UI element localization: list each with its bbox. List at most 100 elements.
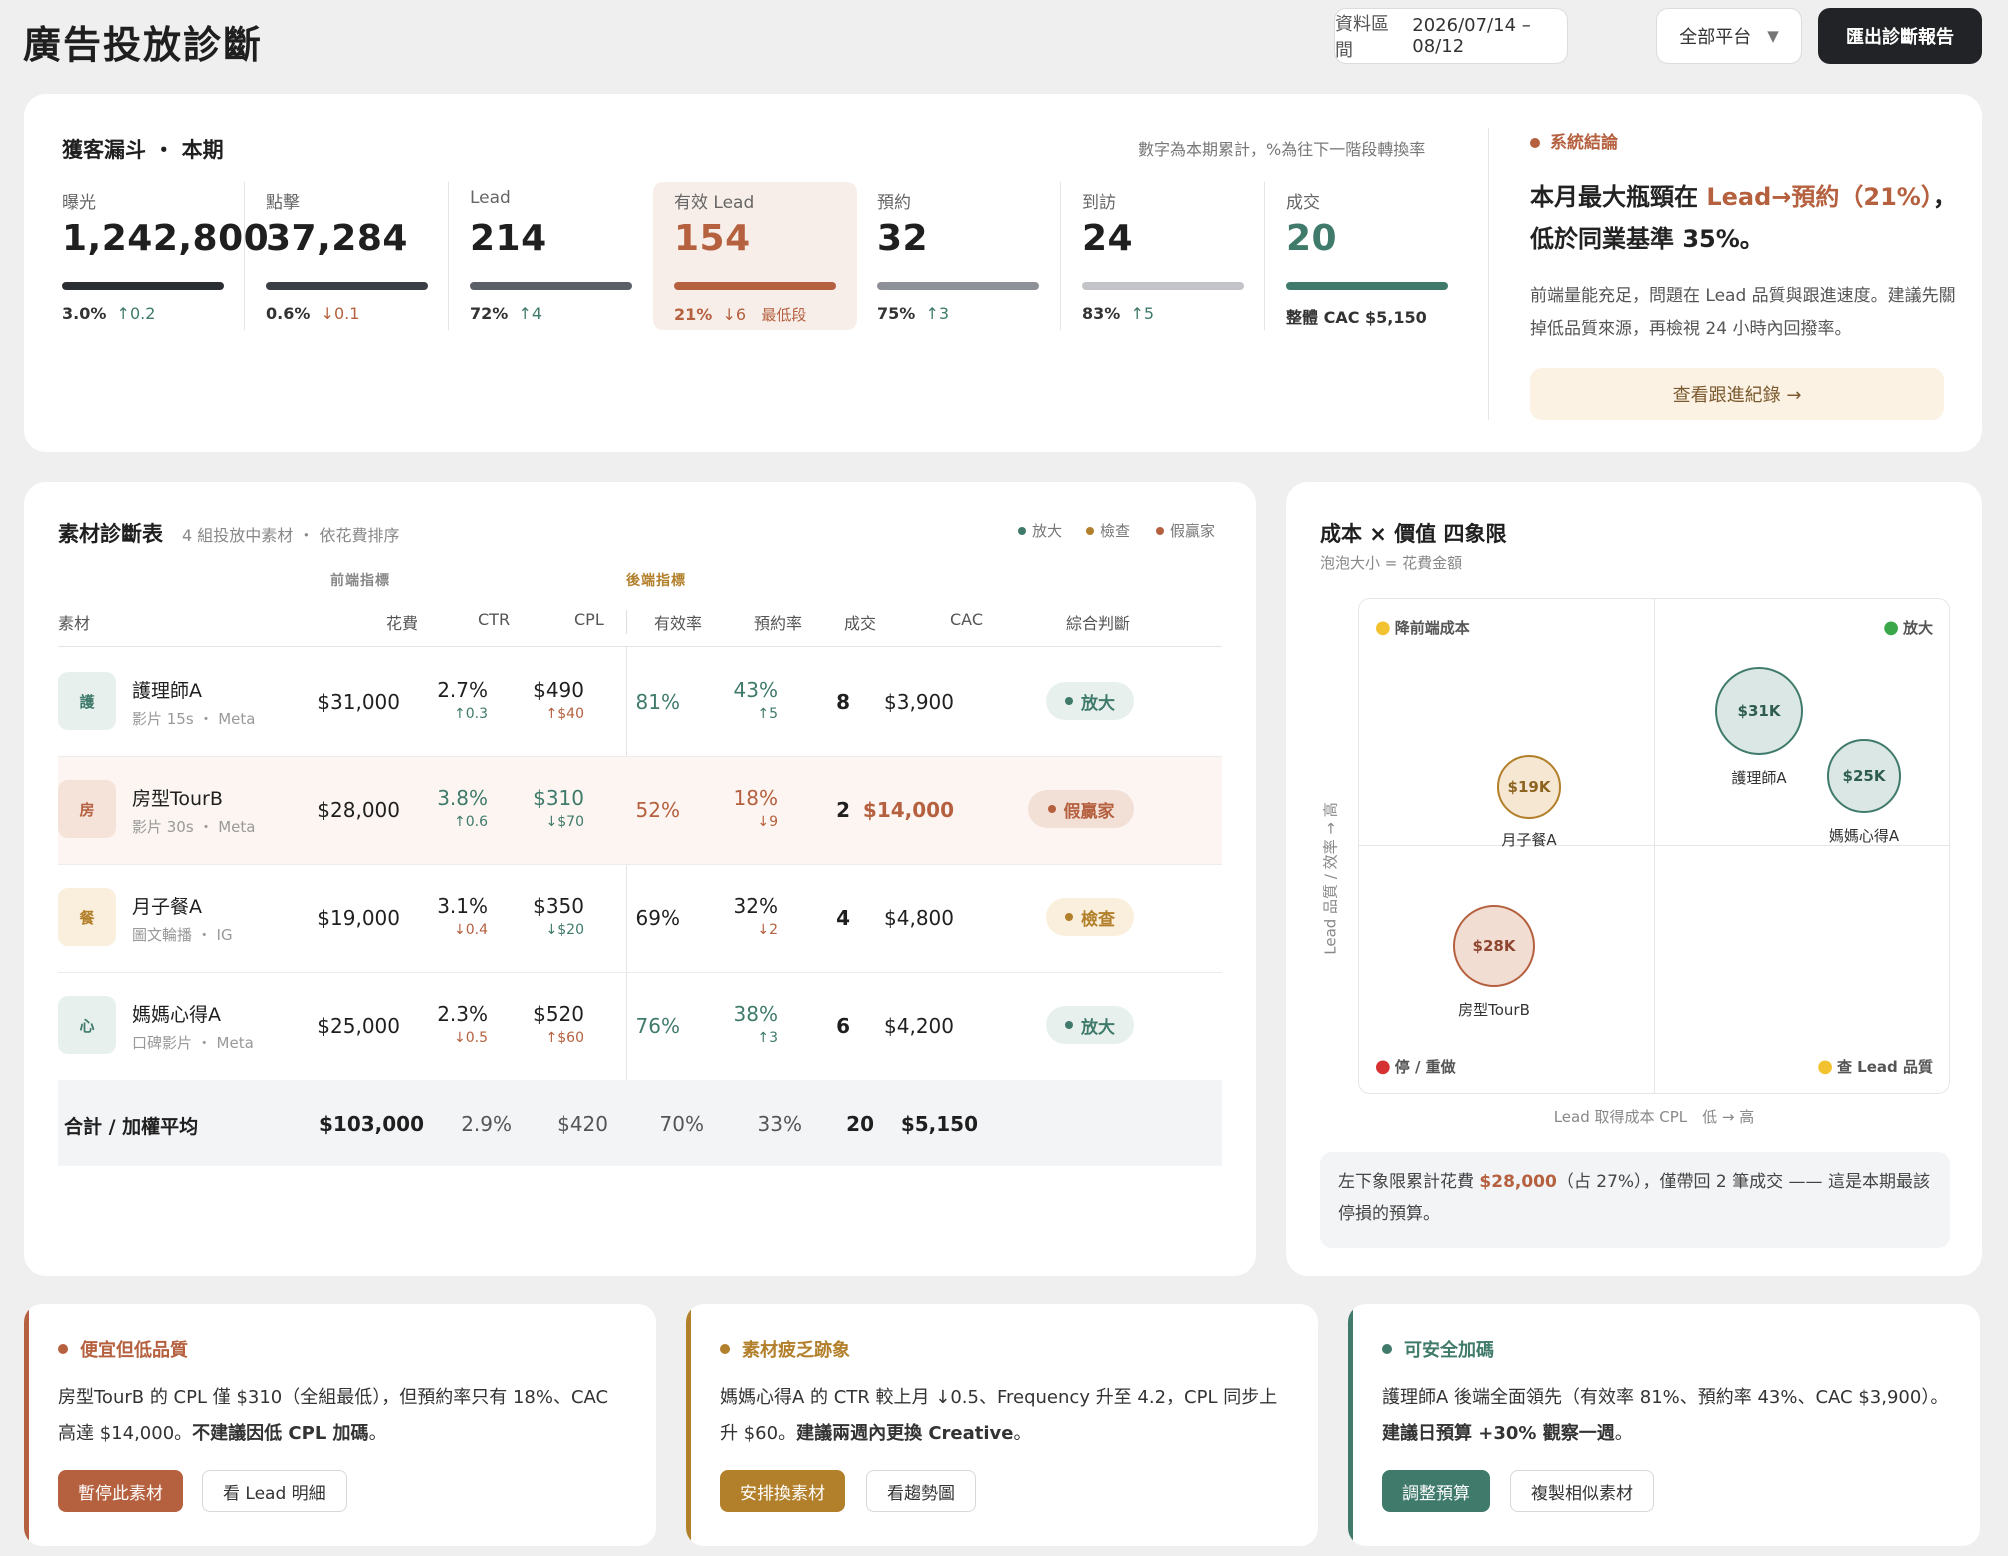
cell-deals: 2 [836, 798, 850, 822]
stage-label: 點擊 [266, 193, 300, 213]
insight-card-safe-scale: 可安全加碼 護理師A 後端全面領先（有效率 81%、預約率 43%、CAC $3… [1348, 1304, 1980, 1546]
cell-cpl-delta: ↓$20 [545, 922, 584, 938]
pause-creative-button[interactable]: 暫停此素材 [58, 1470, 183, 1512]
accent-bar [24, 1304, 29, 1546]
stage-bar [266, 282, 428, 290]
view-followup-button[interactable]: 查看跟進紀錄 → [1530, 368, 1944, 420]
platform-select-value: 全部平台 [1679, 27, 1752, 48]
conclusion-heading: 系統結論 [1530, 128, 1618, 153]
stage-bar [62, 282, 224, 290]
table-row[interactable]: 餐 月子餐A 圖文輪播 ・ IG $19,000 3.1% ↓0.4 $350 … [58, 864, 1194, 972]
cell-valid-rate: 81% [635, 690, 680, 714]
divider [448, 182, 449, 330]
divider [58, 646, 1222, 647]
dot-icon [1530, 138, 1540, 148]
funnel-stage-visits: 到訪 24 83% ↑5 [1082, 182, 1286, 330]
cell-ctr: 2.3% [437, 1002, 488, 1026]
table-row[interactable]: 房 房型TourB 影片 30s ・ Meta $28,000 3.8% ↑0.… [58, 756, 1194, 864]
cell-ctr: 3.8% [437, 786, 488, 810]
table-row[interactable]: 心 媽媽心得A 口碑影片 ・ Meta $25,000 2.3% ↓0.5 $5… [58, 972, 1194, 1080]
divider [626, 610, 627, 634]
verdict-badge: 放大 [1046, 1006, 1134, 1044]
cell-ctr: 2.7% [437, 678, 488, 702]
stage-value: 24 [1082, 218, 1134, 259]
green-circle-icon: ● [1883, 617, 1899, 638]
cell-booking-rate: 32% [733, 894, 778, 918]
bubble-confinement-meal-a[interactable]: $19K [1497, 755, 1561, 819]
view-trend-button[interactable]: 看趨勢圖 [866, 1470, 976, 1512]
bubble-label: 護理師A [1731, 769, 1787, 787]
col-header-valid-rate: 有效率 [654, 614, 703, 633]
total-label: 合計 / 加權平均 [64, 1116, 199, 1138]
bubble-nurse-a[interactable]: $31K [1715, 667, 1803, 755]
cell-cpl: $350 [533, 894, 584, 918]
cell-cpl: $310 [533, 786, 584, 810]
stage-delta: ↓0.1 [320, 304, 360, 323]
bubble-label: 媽媽心得A [1828, 827, 1900, 845]
stage-delta: ↑4 [518, 304, 543, 323]
stage-rate: 3.0% ↑0.2 [62, 304, 156, 323]
divider [1264, 182, 1265, 330]
schedule-replace-button[interactable]: 安排換素材 [720, 1470, 845, 1512]
cell-booking-delta: ↑3 [757, 1030, 778, 1046]
creative-icon: 房 [58, 780, 116, 838]
cell-deals: 6 [836, 1014, 850, 1038]
funnel-stage-valid-leads: 有效 Lead 154 21% ↓6 最低段 [653, 182, 857, 330]
stage-label: 有效 Lead [674, 193, 755, 213]
total-spend: $103,000 [318, 1112, 424, 1136]
export-report-button[interactable]: 匯出診斷報告 [1818, 8, 1982, 64]
cell-cpl: $490 [533, 678, 584, 702]
lowest-stage-tag: 最低段 [761, 306, 807, 324]
duplicate-similar-button[interactable]: 複製相似素材 [1510, 1470, 1654, 1512]
page-title: 廣告投放診斷 [23, 23, 264, 67]
creative-icon: 餐 [58, 888, 116, 946]
cell-cpl: $520 [533, 1002, 584, 1026]
quadrant-label-tl: ● 降前端成本 [1375, 617, 1470, 638]
insight-body: 護理師A 後端全面領先（有效率 81%、預約率 43%、CAC $3,900）。… [1382, 1387, 1949, 1444]
total-deals: 20 [846, 1112, 874, 1136]
verdict-badge: 放大 [1046, 682, 1134, 720]
creative-name: 護理師A [132, 680, 202, 702]
date-range-picker[interactable]: 資料區間 2026/07/14 – 08/12 [1334, 8, 1568, 64]
verdict-badge: 檢查 [1046, 898, 1134, 936]
cell-spend: $25,000 [317, 1014, 400, 1038]
insight-body: 房型TourB 的 CPL 僅 $310（全組最低），但預約率只有 18%、CA… [58, 1387, 609, 1444]
quadrant-plot: ● 降前端成本 ● 放大 ● 停 / 重做 ● 查 Lead 品質 $31K 護理師A … [1358, 598, 1950, 1094]
adjust-budget-button[interactable]: 調整預算 [1382, 1470, 1490, 1512]
cell-booking-rate: 18% [733, 786, 778, 810]
stage-bar [674, 282, 836, 290]
group-front: 前端指標 [330, 573, 390, 589]
funnel-stage-clicks: 點擊 37,284 0.6% ↓0.1 [266, 182, 470, 330]
stage-delta: ↑3 [925, 304, 950, 323]
stage-rate: 21% ↓6 最低段 [674, 305, 807, 324]
legend-scale: 放大 [1018, 520, 1062, 541]
quadrant-subtitle: 泡泡大小 = 花費金額 [1320, 554, 1463, 572]
stage-value: 20 [1286, 218, 1338, 259]
table-row[interactable]: 護 護理師A 影片 15s ・ Meta $31,000 2.7% ↑0.3 $… [58, 648, 1194, 756]
bubble-room-tour-b[interactable]: $28K [1453, 905, 1535, 987]
creative-name: 月子餐A [132, 896, 202, 918]
date-range-label: 資料區間 [1335, 14, 1389, 61]
cell-ctr-delta: ↓0.4 [454, 922, 488, 938]
funnel-stage-impressions: 曝光 1,242,800 3.0% ↑0.2 [62, 182, 269, 330]
group-back: 後端指標 [626, 573, 686, 589]
total-cpl: $420 [557, 1112, 608, 1136]
yellow-circle-icon: ● [1817, 1056, 1833, 1077]
col-header-deals: 成交 [844, 614, 877, 633]
platform-select[interactable]: 全部平台 ▼ [1656, 8, 1802, 64]
dot-icon [1382, 1344, 1392, 1354]
view-lead-details-button[interactable]: 看 Lead 明細 [202, 1470, 347, 1512]
creative-format: 影片 15s ・ Meta [132, 710, 256, 728]
bubble-label: 月子餐A [1501, 831, 1557, 849]
stage-bar [1082, 282, 1244, 290]
cell-cac: $4,200 [884, 1014, 954, 1038]
divider [1060, 182, 1061, 330]
bubble-mom-review-a[interactable]: $25K [1827, 739, 1901, 813]
funnel-card: 獲客漏斗 ・ 本期 數字為本期累計，%為往下一階段轉換率 曝光 1,242,80… [24, 94, 1982, 452]
cell-valid-rate: 76% [635, 1014, 680, 1038]
cell-valid-rate: 69% [635, 906, 680, 930]
x-axis-label: Lead 取得成本 CPL 低 → 高 [1553, 1108, 1755, 1126]
legend-false-winner: 假贏家 [1156, 520, 1215, 541]
quadrant-note: 左下象限累計花費 $28,000（占 27%），僅帶回 2 筆成交 —— 這是本… [1320, 1152, 1950, 1248]
stage-label: 成交 [1286, 193, 1320, 213]
